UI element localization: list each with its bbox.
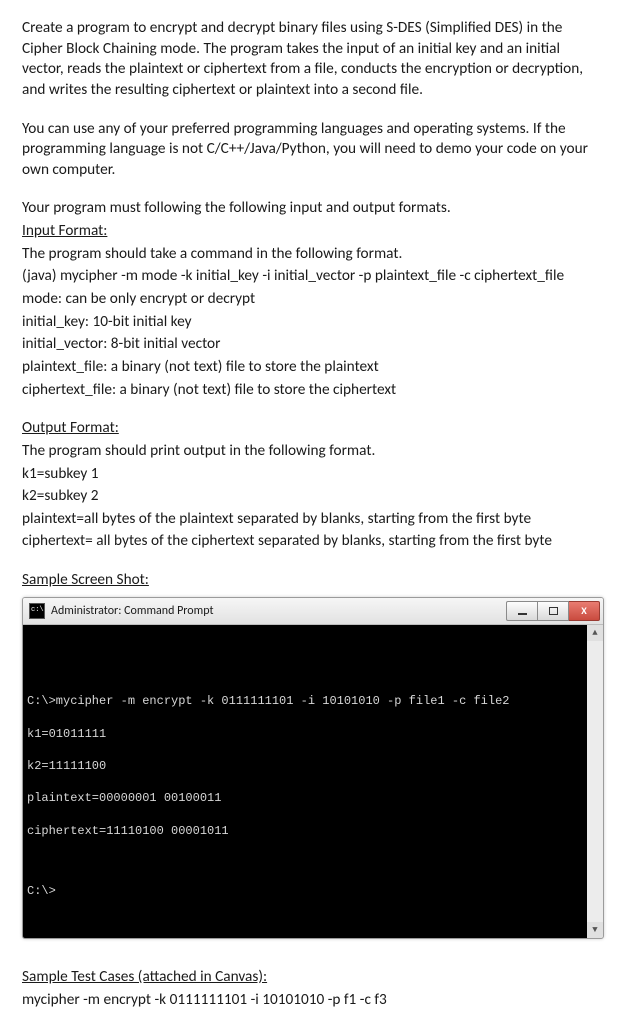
terminal-line: k2=11111100 [27, 758, 583, 774]
window-titlebar: Administrator: Command Prompt X [23, 598, 603, 625]
terminal-body[interactable]: ▲ ▼ C:\>mycipher -m encrypt -k 011111110… [23, 625, 603, 938]
sample-tests-heading: Sample Test Cases (attached in Canvas): [22, 967, 604, 988]
input-line: ciphertext_file: a binary (not text) fil… [22, 380, 604, 401]
input-line: mode: can be only encrypt or decrypt [22, 289, 604, 310]
test-line: mycipher -m encrypt -k 0111111101 -i 101… [22, 990, 604, 1011]
output-format-heading: Output Format: [22, 418, 604, 439]
terminal-line: plaintext=00000001 00100011 [27, 790, 583, 806]
minimize-button[interactable] [506, 601, 538, 621]
intro-paragraph-1: Create a program to encrypt and decrypt … [22, 18, 604, 101]
terminal-line: C:\>mycipher -m encrypt -k 0111111101 -i… [27, 693, 583, 709]
input-line: The program should take a command in the… [22, 244, 604, 265]
window-buttons: X [506, 601, 603, 621]
command-prompt-window: Administrator: Command Prompt X ▲ ▼ C:\>… [22, 597, 604, 939]
sample-screenshot-heading: Sample Screen Shot: [22, 570, 604, 591]
intro-paragraph-2: You can use any of your preferred progra… [22, 119, 604, 181]
input-format-heading: Input Format: [22, 221, 604, 242]
intro-paragraph-3: Your program must following the followin… [22, 198, 604, 219]
output-line: plaintext=all bytes of the plaintext sep… [22, 509, 604, 530]
scroll-up-icon[interactable]: ▲ [587, 625, 603, 641]
terminal-line: ciphertext=11110100 00001011 [27, 823, 583, 839]
input-line: (java) mycipher -m mode -k initial_key -… [22, 266, 604, 287]
input-line: plaintext_file: a binary (not text) file… [22, 357, 604, 378]
output-line: k1=subkey 1 [22, 464, 604, 485]
scroll-down-icon[interactable]: ▼ [587, 922, 603, 938]
output-line: k2=subkey 2 [22, 486, 604, 507]
maximize-button[interactable] [538, 601, 569, 621]
close-button[interactable]: X [569, 601, 600, 621]
input-line: initial_key: 10-bit initial key [22, 312, 604, 333]
output-line: The program should print output in the f… [22, 441, 604, 462]
cmd-icon [29, 603, 45, 619]
window-title: Administrator: Command Prompt [51, 603, 213, 619]
output-line: ciphertext= all bytes of the ciphertext … [22, 531, 604, 552]
input-line: initial_vector: 8-bit initial vector [22, 334, 604, 355]
terminal-line: C:\> [27, 883, 583, 899]
terminal-line: k1=01011111 [27, 726, 583, 742]
